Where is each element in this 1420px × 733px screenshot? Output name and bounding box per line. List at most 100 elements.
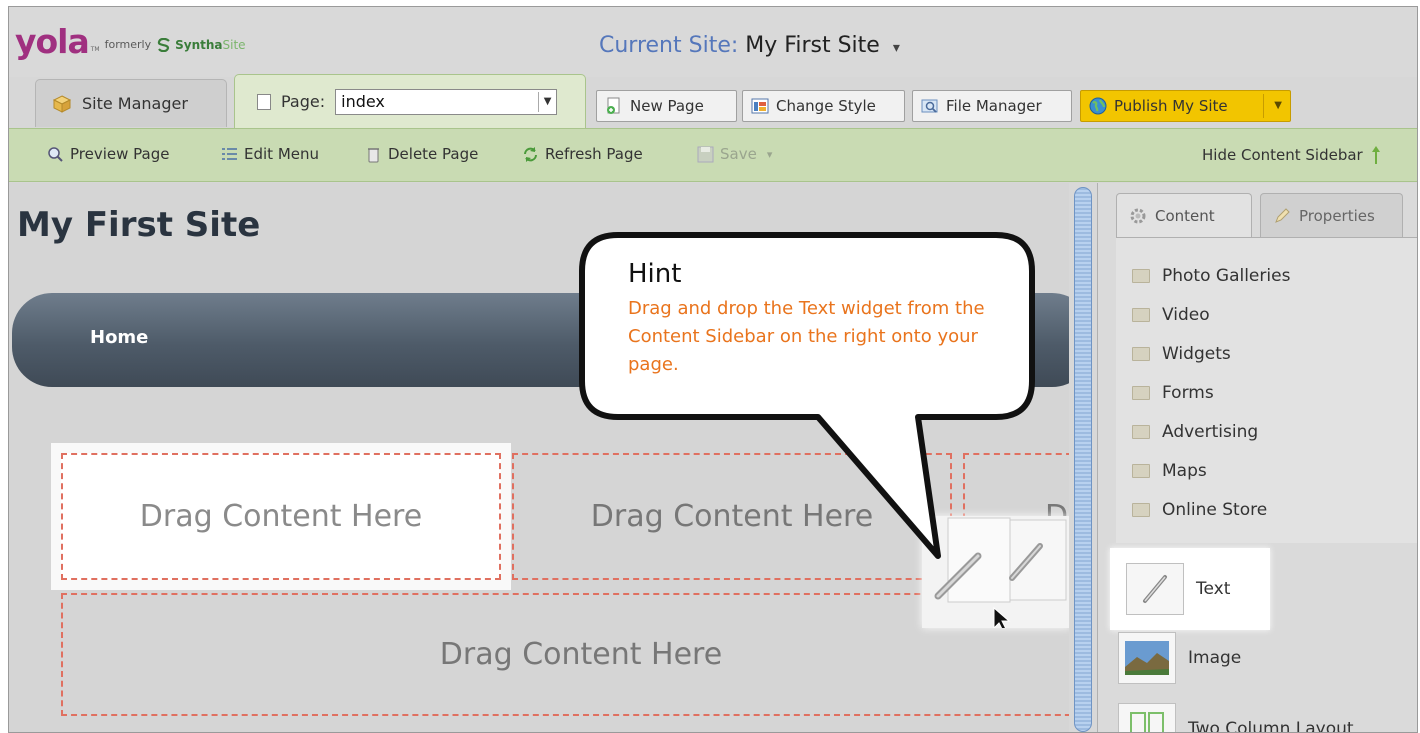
edit-menu-label: Edit Menu xyxy=(244,145,319,163)
chevron-down-icon[interactable]: ▼ xyxy=(1274,100,1282,111)
scroll-thumb[interactable] xyxy=(1074,187,1092,732)
new-page-button[interactable]: New Page xyxy=(596,90,737,122)
tab-content-label: Content xyxy=(1155,206,1215,225)
publish-label: Publish My Site xyxy=(1114,97,1228,115)
page-icon xyxy=(257,93,271,110)
preview-page-button[interactable]: Preview Page xyxy=(47,145,169,163)
folder-icon xyxy=(1132,503,1150,517)
tab-site-manager[interactable]: Site Manager xyxy=(35,79,227,127)
refresh-page-button[interactable]: Refresh Page xyxy=(522,145,643,163)
page-toolbar: Preview Page Edit Menu Delete Page Refre… xyxy=(9,128,1417,182)
publish-button[interactable]: Publish My Site ▼ xyxy=(1080,90,1291,122)
logo-brand: yola xyxy=(15,22,90,61)
canvas-scrollbar[interactable] xyxy=(1069,183,1097,732)
folder-photo-galleries[interactable]: Photo Galleries xyxy=(1132,266,1290,286)
delete-page-button[interactable]: Delete Page xyxy=(365,145,478,163)
chevron-down-icon: ▾ xyxy=(892,40,900,56)
globe-icon xyxy=(1089,97,1107,115)
logo-tm: TM xyxy=(90,46,100,53)
save-button[interactable]: Save ▾ xyxy=(697,145,772,163)
change-style-button[interactable]: Change Style xyxy=(742,90,905,122)
drop-zone[interactable]: Drag Content Here xyxy=(61,593,1069,716)
change-style-label: Change Style xyxy=(776,97,876,115)
save-label: Save xyxy=(720,145,757,163)
folder-label: Maps xyxy=(1162,461,1207,481)
widget-text[interactable]: Text xyxy=(1110,548,1270,630)
file-manager-icon xyxy=(921,99,938,113)
logo-site: Site xyxy=(222,38,246,52)
refresh-page-label: Refresh Page xyxy=(545,145,643,163)
arrow-up-icon xyxy=(1371,146,1380,164)
folder-label: Advertising xyxy=(1162,422,1259,442)
publish-separator xyxy=(1263,94,1264,118)
logo-syntha: Syntha xyxy=(175,38,223,52)
folder-label: Widgets xyxy=(1162,344,1231,364)
widget-label: Text xyxy=(1196,579,1231,599)
page-select-value: index xyxy=(341,92,385,111)
content-panel: Photo Galleries Video Widgets Forms Adve… xyxy=(1116,237,1417,543)
style-icon xyxy=(751,98,769,114)
folder-label: Forms xyxy=(1162,383,1214,403)
two-column-icon xyxy=(1118,703,1176,732)
edit-menu-button[interactable]: Edit Menu xyxy=(221,145,319,163)
folder-video[interactable]: Video xyxy=(1132,305,1210,325)
list-icon xyxy=(222,147,237,160)
delete-page-label: Delete Page xyxy=(388,145,479,163)
folder-label: Online Store xyxy=(1162,500,1268,520)
folder-maps[interactable]: Maps xyxy=(1132,461,1207,481)
select-arrow-icon: ▼ xyxy=(538,91,556,112)
current-site-value: My First Site xyxy=(745,33,880,58)
tab-site-manager-label: Site Manager xyxy=(82,94,188,113)
widget-image[interactable]: Image xyxy=(1118,632,1241,684)
chevron-down-icon: ▾ xyxy=(766,147,773,161)
refresh-icon xyxy=(524,146,537,162)
hide-content-sidebar-label: Hide Content Sidebar xyxy=(1202,146,1363,164)
hide-content-sidebar-button[interactable]: Hide Content Sidebar xyxy=(1202,145,1381,165)
tab-page[interactable]: Page: index ▼ xyxy=(234,74,586,128)
folder-icon xyxy=(1132,347,1150,361)
site-title: My First Site xyxy=(17,205,261,245)
folder-icon xyxy=(1132,425,1150,439)
new-page-icon xyxy=(607,97,620,114)
folder-widgets[interactable]: Widgets xyxy=(1132,344,1231,364)
new-page-label: New Page xyxy=(630,97,704,115)
folder-label: Video xyxy=(1162,305,1210,325)
page-select[interactable]: index ▼ xyxy=(335,88,558,115)
folder-icon xyxy=(1132,464,1150,478)
pencil-icon xyxy=(1275,207,1290,223)
drop-zone[interactable]: Drag Content Here xyxy=(61,453,501,580)
page-label: Page: xyxy=(281,92,326,111)
synthasite-icon xyxy=(158,38,170,52)
content-sidebar: Content Properties Photo Galleries Video… xyxy=(1097,183,1417,733)
tab-properties-label: Properties xyxy=(1299,206,1375,225)
yola-editor-window: yola TM formerly Syntha Site Current Sit… xyxy=(8,6,1418,733)
tab-content[interactable]: Content xyxy=(1116,193,1252,237)
yola-logo: yola TM formerly Syntha Site xyxy=(15,22,246,61)
trash-icon xyxy=(368,147,379,162)
top-header: yola TM formerly Syntha Site Current Sit… xyxy=(9,7,1417,77)
nav-item-home[interactable]: Home xyxy=(90,327,148,348)
widget-label: Image xyxy=(1188,648,1242,668)
widget-two-column-layout[interactable]: Two Column Layout xyxy=(1118,703,1354,733)
tab-properties[interactable]: Properties xyxy=(1260,193,1403,237)
folder-online-store[interactable]: Online Store xyxy=(1132,500,1267,520)
folder-icon xyxy=(1132,386,1150,400)
magnifier-icon xyxy=(48,146,63,162)
folder-label: Photo Galleries xyxy=(1162,266,1291,286)
folder-advertising[interactable]: Advertising xyxy=(1132,422,1258,442)
box-icon xyxy=(52,94,72,113)
widget-label: Two Column Layout xyxy=(1188,719,1354,733)
folder-icon xyxy=(1132,308,1150,322)
current-site-label: Current Site: xyxy=(599,33,739,58)
current-site-selector[interactable]: Current Site: My First Site ▾ xyxy=(599,33,900,58)
file-manager-label: File Manager xyxy=(946,97,1042,115)
gear-icon xyxy=(1130,208,1146,223)
text-widget-icon xyxy=(1126,563,1184,615)
hint-text: Drag and drop the Text widget from the C… xyxy=(628,298,985,375)
logo-formerly: formerly xyxy=(104,38,152,51)
folder-forms[interactable]: Forms xyxy=(1132,383,1214,403)
file-manager-button[interactable]: File Manager xyxy=(912,90,1072,122)
folder-icon xyxy=(1132,269,1150,283)
floppy-disk-icon xyxy=(697,146,714,162)
hint-title: Hint xyxy=(628,259,682,289)
